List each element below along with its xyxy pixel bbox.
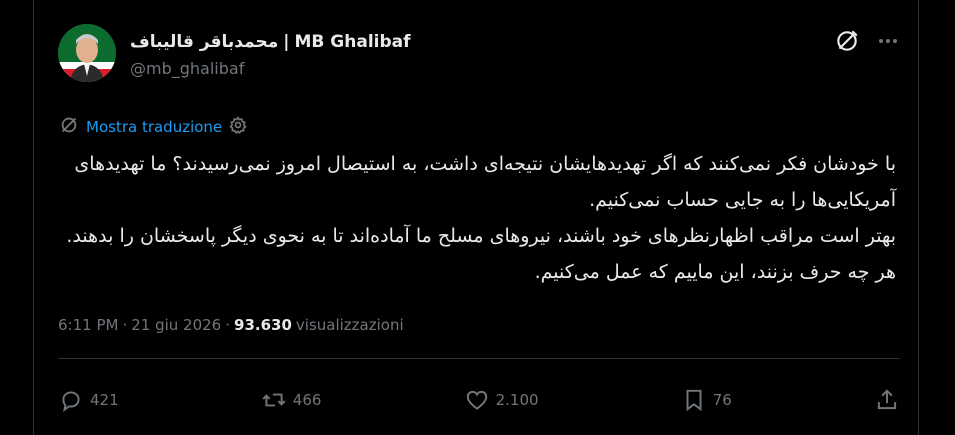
top-actions	[834, 28, 900, 58]
repost-icon	[261, 387, 287, 413]
tweet-card: محمدباقر قالیباف | MB Ghalibaf @mb_ghali…	[33, 0, 919, 435]
divider	[58, 358, 900, 359]
repost-button[interactable]: 466	[261, 387, 322, 413]
bookmark-button[interactable]: 76	[681, 387, 732, 413]
translation-row: Mostra traduzione	[58, 114, 248, 140]
tweet-date[interactable]: 21 giu 2026	[131, 316, 221, 334]
author-name[interactable]: محمدباقر قالیباف | MB Ghalibaf	[130, 30, 411, 54]
heart-icon	[464, 387, 490, 413]
gear-icon[interactable]	[228, 115, 248, 139]
repost-count: 466	[292, 391, 322, 409]
share-button[interactable]	[874, 387, 900, 413]
bookmark-icon	[681, 387, 707, 413]
avatar-image	[58, 24, 116, 82]
tweet-paragraph: با خودشان فکر نمی‌کنند که اگر تهدیدهایشا…	[74, 153, 896, 211]
author-name-english: MB Ghalibaf	[294, 32, 411, 52]
meta-separator: ·	[225, 316, 231, 334]
reply-count: 421	[90, 391, 119, 409]
avatar[interactable]	[58, 24, 116, 82]
bookmark-count: 76	[712, 391, 732, 409]
like-button[interactable]: 2.100	[464, 387, 539, 413]
reply-icon	[58, 387, 84, 413]
tweet-meta: 6:11 PM · 21 giu 2026 · 93.630 visualizz…	[58, 316, 404, 334]
more-icon[interactable]	[876, 29, 900, 57]
share-icon	[874, 387, 900, 413]
tweet-text: با خودشان فکر نمی‌کنند که اگر تهدیدهایشا…	[58, 146, 896, 290]
view-label: visualizzazioni	[295, 316, 404, 334]
grok-icon[interactable]	[834, 28, 860, 58]
tweet-time[interactable]: 6:11 PM	[58, 316, 118, 334]
translate-icon	[58, 114, 80, 140]
author-handle[interactable]: @mb_ghalibaf	[130, 59, 244, 78]
tweet-paragraph: بهتر است مراقب اظهارنظرهای خود باشند، نی…	[66, 225, 896, 283]
author-name-separator: |	[283, 32, 290, 52]
action-bar: 421 466 2.100 76	[58, 383, 900, 417]
show-translation-link[interactable]: Mostra traduzione	[86, 118, 222, 136]
like-count: 2.100	[495, 391, 539, 409]
author-name-persian: محمدباقر قالیباف	[130, 32, 279, 52]
view-count: 93.630	[234, 316, 292, 334]
reply-button[interactable]: 421	[58, 387, 119, 413]
meta-separator: ·	[122, 316, 128, 334]
